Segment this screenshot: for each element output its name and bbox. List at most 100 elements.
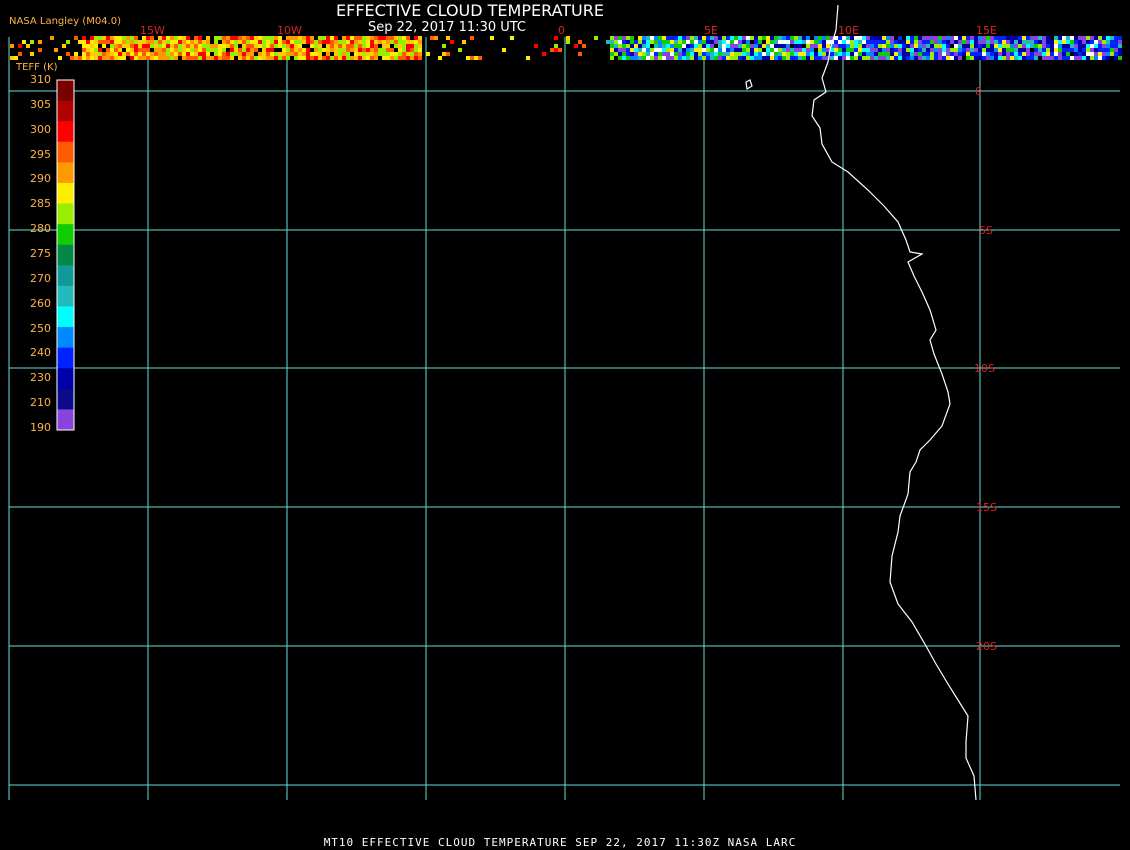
swath-pixel	[138, 44, 142, 48]
swath-pixel	[90, 44, 94, 48]
swath-pixel	[1034, 52, 1038, 56]
swath-pixel	[862, 44, 866, 48]
legend-tick-label: 260	[30, 296, 51, 310]
swath-pixel	[1070, 56, 1074, 60]
swath-pixel	[982, 48, 986, 52]
swath-pixel	[690, 48, 694, 52]
swath-pixel	[158, 40, 162, 44]
swath-pixel	[714, 40, 718, 44]
swath-pixel	[182, 40, 186, 44]
swath-pixel	[802, 56, 806, 60]
swath-pixel	[266, 40, 270, 44]
swath-pixel	[262, 56, 266, 60]
swath-pixel	[142, 48, 146, 52]
swath-pixel	[910, 56, 914, 60]
swath-pixel	[366, 52, 370, 56]
swath-pixel	[386, 40, 390, 44]
swath-pixel	[798, 56, 802, 60]
color-scale-swatch	[57, 327, 74, 349]
swath-pixel	[938, 44, 942, 48]
swath-pixel	[894, 44, 898, 48]
swath-pixel	[610, 56, 614, 60]
swath-pixel	[1102, 36, 1106, 40]
swath-pixel	[998, 40, 1002, 44]
swath-pixel	[158, 56, 162, 60]
swath-pixel	[746, 56, 750, 60]
swath-pixel	[946, 56, 950, 60]
swath-pixel	[150, 56, 154, 60]
legend-tick-label: 285	[30, 197, 51, 211]
swath-pixel	[962, 44, 966, 48]
swath-pixel	[694, 56, 698, 60]
swath-pixel	[974, 52, 978, 56]
swath-pixel	[398, 56, 402, 60]
swath-pixel	[614, 36, 618, 40]
swath-pixel	[282, 40, 286, 44]
swath-pixel	[526, 56, 530, 60]
swath-pixel	[658, 40, 662, 44]
swath-pixel	[226, 56, 230, 60]
color-scale-swatch	[57, 285, 74, 307]
swath-pixel	[610, 52, 614, 56]
swath-pixel	[1026, 44, 1030, 48]
swath-pixel	[958, 52, 962, 56]
swath-pixel	[186, 48, 190, 52]
swath-pixel	[750, 48, 754, 52]
swath-pixel	[842, 56, 846, 60]
swath-pixel	[934, 48, 938, 52]
coastline	[745, 4, 977, 801]
swath-pixel	[674, 44, 678, 48]
swath-pixel	[758, 52, 762, 56]
color-scale-swatch	[57, 141, 74, 163]
swath-pixel	[370, 44, 374, 48]
swath-pixel	[1110, 44, 1114, 48]
swath-pixel	[306, 52, 310, 56]
swath-pixel	[610, 48, 614, 52]
swath-pixel	[926, 44, 930, 48]
swath-pixel	[578, 40, 582, 44]
swath-pixel	[950, 40, 954, 44]
swath-pixel	[1054, 48, 1058, 52]
swath-pixel	[950, 52, 954, 56]
swath-pixel	[1054, 44, 1058, 48]
swath-pixel	[990, 56, 994, 60]
swath-pixel	[350, 40, 354, 44]
swath-pixel	[822, 56, 826, 60]
swath-pixel	[742, 52, 746, 56]
swath-pixel	[966, 56, 970, 60]
swath-pixel	[926, 40, 930, 44]
swath-pixel	[310, 36, 314, 40]
swath-pixel	[978, 52, 982, 56]
swath-pixel	[322, 56, 326, 60]
swath-pixel	[1034, 44, 1038, 48]
swath-pixel	[898, 40, 902, 44]
swath-pixel	[1086, 36, 1090, 40]
map-timestamp: Sep 22, 2017 11:30 UTC	[367, 20, 527, 35]
swath-pixel	[470, 36, 474, 40]
swath-pixel	[558, 48, 562, 52]
swath-pixel	[846, 40, 850, 44]
swath-pixel	[942, 48, 946, 52]
swath-pixel	[874, 48, 878, 52]
swath-pixel	[814, 40, 818, 44]
swath-pixel	[102, 56, 106, 60]
swath-pixel	[198, 40, 202, 44]
swath-pixel	[678, 44, 682, 48]
swath-pixel	[442, 44, 446, 48]
swath-pixel	[1006, 40, 1010, 44]
swath-pixel	[926, 36, 930, 40]
swath-pixel	[954, 36, 958, 40]
swath-pixel	[158, 48, 162, 52]
swath-pixel	[646, 56, 650, 60]
swath-pixel	[762, 36, 766, 40]
swath-pixel	[210, 44, 214, 48]
swath-pixel	[690, 44, 694, 48]
swath-pixel	[102, 44, 106, 48]
swath-pixel	[22, 40, 26, 44]
swath-pixel	[630, 56, 634, 60]
swath-pixel	[1078, 52, 1082, 56]
swath-pixel	[250, 44, 254, 48]
swath-pixel	[722, 48, 726, 52]
swath-pixel	[954, 56, 958, 60]
swath-pixel	[266, 36, 270, 40]
